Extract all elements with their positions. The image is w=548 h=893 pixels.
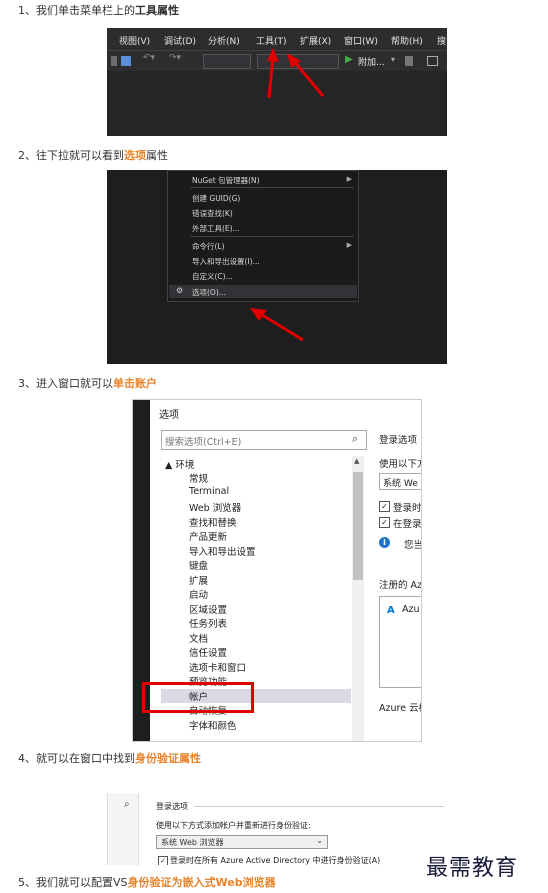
checkbox-icon[interactable]: ✓ — [379, 501, 390, 512]
step-highlight: 单击账户 — [113, 377, 157, 390]
step-bold-text: 工具属性 — [135, 4, 179, 17]
tree-item[interactable]: 常规 — [189, 471, 208, 485]
tree-item[interactable]: 选项卡和窗口 — [189, 660, 246, 674]
screenshot-vs-menubar: 视图(V) 调试(D) 分析(N) 工具(T) 扩展(X) 窗口(W) 帮助(H… — [107, 28, 447, 136]
chevron-down-icon: ⌄ — [316, 836, 323, 845]
info-icon: i — [379, 537, 390, 548]
screenshot-tools-dropdown: NuGet 包管理器(N) ▶ 创建 GUID(G) 错误查找(K) 外部工具(… — [107, 170, 447, 364]
step-2-caption: 2、往下拉就可以看到选项属性 — [18, 149, 168, 163]
red-highlight-box — [142, 682, 254, 713]
tree-item[interactable]: 查找和替换 — [189, 515, 237, 529]
checkbox-label: 登录时 — [393, 503, 422, 514]
step-text: 就可以在窗口中找到 — [36, 752, 135, 765]
combo-value: 系统 Web 浏览器 — [161, 838, 224, 847]
step-5-caption: 5、我们就可以配置VS身份验证为嵌入式Web浏览器 — [18, 876, 276, 890]
search-icon: ⌕ — [124, 799, 130, 810]
browser-combo[interactable]: 系统 We — [379, 473, 421, 490]
step-3-caption: 3、进入窗口就可以单击账户 — [18, 377, 157, 391]
tree-item[interactable]: 任务列表 — [189, 616, 227, 630]
step-number: 3、 — [18, 377, 36, 390]
azure-logo-icon: A — [387, 605, 395, 616]
search-icon: ⌕ — [352, 432, 359, 445]
checkbox-icon[interactable]: ✓ — [379, 517, 390, 528]
tree-item[interactable]: 文档 — [189, 631, 208, 645]
step-text-suffix: 属性 — [146, 149, 168, 162]
red-arrows-annotation — [267, 48, 325, 99]
combo-value: 系统 We — [383, 479, 418, 489]
step-text: 往下拉就可以看到 — [36, 149, 124, 162]
step-1-caption: 1、我们单击菜单栏上的工具属性 — [18, 4, 179, 18]
scrollbar-thumb[interactable] — [353, 472, 363, 580]
use-following-text: 使用以下方 — [379, 459, 422, 470]
step-text: 我们单击菜单栏上的 — [36, 4, 135, 17]
step-number: 1、 — [18, 4, 36, 17]
step-highlight: 选项 — [124, 149, 146, 162]
step-number: 2、 — [18, 149, 36, 162]
info-text: 您当 — [404, 540, 422, 551]
step-4-caption: 4、就可以在窗口中找到身份验证属性 — [18, 752, 201, 766]
tree-item[interactable]: Terminal — [189, 486, 229, 497]
left-pane: ⌕ — [108, 793, 139, 865]
azure-list[interactable]: A Azu — [379, 596, 421, 688]
dialog-title: 选项 — [159, 410, 179, 421]
registered-azure-heading: 注册的 Az — [379, 580, 422, 591]
tree-scrollbar[interactable]: ▲ — [352, 456, 364, 741]
tree-item[interactable]: 启动 — [189, 587, 208, 601]
tree-item[interactable]: 字体和颜色 — [189, 718, 237, 732]
azure-cloud-text: Azure 云标 — [379, 703, 421, 714]
azure-item[interactable]: Azu — [402, 604, 420, 615]
login-options-heading: 登录选项 — [156, 802, 188, 811]
step-number: 4、 — [18, 752, 36, 765]
checkbox-icon[interactable]: ✓ — [158, 856, 168, 865]
heading-divider — [194, 806, 444, 807]
search-placeholder: 搜索选项(Ctrl+E) — [165, 437, 242, 448]
screenshot-login-options: ⌕ 登录选项 使用以下方式添加帐户并重新进行身份验证: 系统 Web 浏览器 ⌄… — [107, 793, 448, 865]
checkbox-label: 登录时在所有 Azure Active Directory 中进行身份验证(A) — [170, 856, 381, 865]
auth-browser-combo[interactable]: 系统 Web 浏览器 ⌄ — [156, 835, 328, 849]
watermark-logo: 最需教育 — [426, 856, 519, 881]
step-highlight: 身份验证为嵌入式Web浏览器 — [127, 876, 276, 889]
tree-item[interactable]: Web 浏览器 — [189, 500, 241, 514]
tree-item[interactable]: 键盘 — [189, 558, 208, 572]
red-arrow-annotation — [250, 308, 304, 342]
step-number: 5、 — [18, 876, 36, 889]
tree-item[interactable]: 区域设置 — [189, 602, 227, 616]
options-search-input[interactable]: 搜索选项(Ctrl+E) ⌕ — [161, 430, 367, 450]
screenshot-options-dialog: 选项 搜索选项(Ctrl+E) ⌕ ▲ 环境 常规 Terminal Web 浏… — [132, 399, 422, 742]
auth-description: 使用以下方式添加帐户并重新进行身份验证: — [156, 821, 311, 830]
login-options-heading: 登录选项 — [379, 435, 418, 446]
tree-item[interactable]: 扩展 — [189, 573, 208, 587]
tree-item[interactable]: 导入和导出设置 — [189, 544, 256, 558]
tree-node-environment[interactable]: ▲ 环境 — [165, 457, 194, 471]
tree-item[interactable]: 产品更新 — [189, 529, 227, 543]
step-text: 我们就可以配置VS — [36, 876, 128, 889]
scroll-up-icon[interactable]: ▲ — [354, 457, 359, 465]
step-text: 进入窗口就可以 — [36, 377, 113, 390]
account-settings-panel: 登录选项 使用以下方 系统 We ✓ 登录时 ✓ 在登录 i 您当 注册的 Az… — [379, 400, 421, 741]
tree-item[interactable]: 信任设置 — [189, 645, 227, 659]
step-highlight: 身份验证属性 — [135, 752, 201, 765]
checkbox-label: 在登录 — [393, 519, 422, 530]
